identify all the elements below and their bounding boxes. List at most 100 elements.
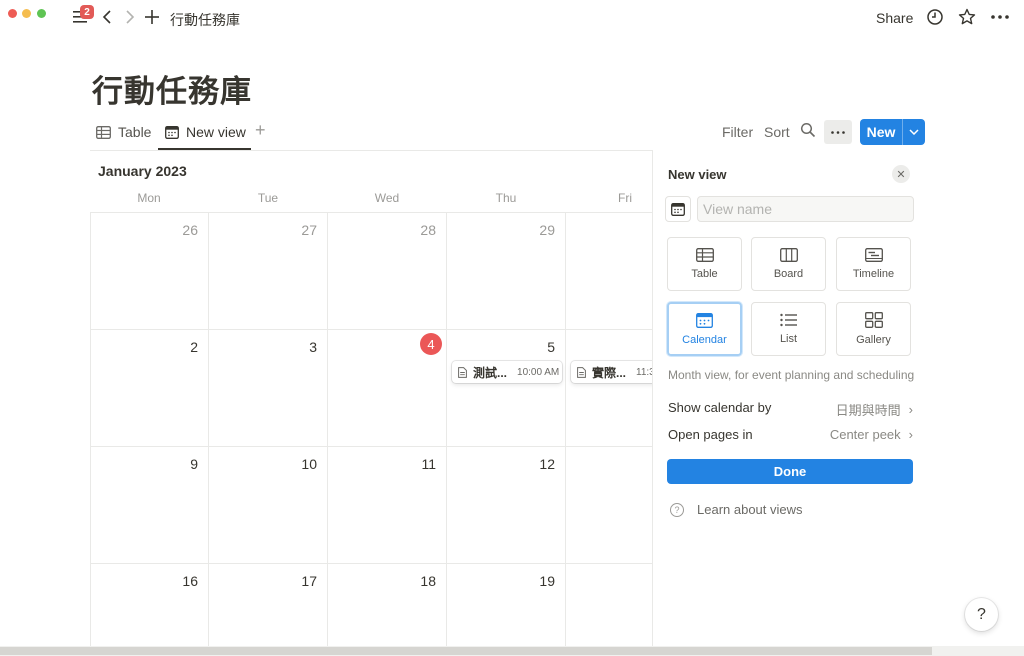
event-title: 實際... [592, 365, 627, 380]
show-calendar-by-value: 日期與時間 [835, 403, 901, 418]
updates-clock-icon[interactable] [924, 6, 946, 28]
weekday-label: Tue [257, 191, 279, 205]
help-button[interactable]: ? [965, 598, 998, 631]
help-circle-icon: ? [670, 502, 684, 517]
board-icon [779, 248, 798, 262]
layout-option-list[interactable]: List [751, 302, 826, 356]
window-close-button[interactable] [8, 9, 17, 18]
day-number: 17 [301, 573, 317, 589]
tab-label: New view [186, 124, 246, 140]
today-marker: 4 [420, 333, 442, 355]
calendar-day-cell[interactable] [566, 564, 652, 656]
layout-option-timeline[interactable]: Timeline [836, 237, 911, 291]
new-button[interactable]: New [860, 119, 925, 145]
calendar-day-cell[interactable]: 實際... 11:3 [566, 330, 652, 447]
list-icon [779, 313, 798, 327]
layout-option-table[interactable]: Table [667, 237, 742, 291]
tab-table[interactable]: Table [96, 120, 151, 144]
scrollbar-thumb[interactable] [0, 647, 932, 655]
open-pages-in-value: Center peek [829, 427, 901, 442]
calendar-day-cell[interactable]: 11 [328, 447, 447, 564]
layout-label: Board [773, 268, 804, 280]
horizontal-scrollbar[interactable] [0, 646, 1024, 656]
layout-label: List [779, 333, 798, 345]
open-pages-in-label: Open pages in [668, 427, 753, 442]
page-title[interactable]: 行動任務庫 [92, 66, 252, 111]
calendar-day-cell[interactable]: 3 [209, 330, 328, 447]
layout-option-calendar[interactable]: Calendar [667, 302, 742, 356]
view-name-input[interactable] [697, 196, 914, 222]
day-number: 3 [309, 339, 317, 355]
tab-label: Table [118, 124, 152, 140]
calendar-day-cell[interactable]: 5 測試... 10:00 AM [447, 330, 566, 447]
calendar-day-cell[interactable]: 28 [328, 213, 447, 330]
calendar-day-cell[interactable]: 27 [209, 213, 328, 330]
sort-button[interactable]: Sort [764, 124, 790, 140]
layout-label: Table [691, 268, 718, 280]
show-calendar-by-row[interactable]: Show calendar by 日期與時間 › [668, 400, 913, 419]
layout-label: Gallery [856, 334, 891, 346]
calendar-event-card[interactable]: 實際... 11:3 [571, 361, 652, 383]
open-pages-in-row[interactable]: Open pages in Center peek › [668, 427, 913, 442]
calendar-day-cell[interactable]: 19 [447, 564, 566, 656]
layout-label: Calendar [682, 333, 727, 346]
calendar-day-cell[interactable]: 29 [447, 213, 566, 330]
notification-badge: 2 [80, 5, 94, 19]
calendar-day-cell[interactable] [566, 447, 652, 564]
back-arrow-icon[interactable] [99, 6, 115, 28]
chevron-down-icon[interactable] [903, 129, 925, 135]
view-options-button[interactable] [824, 120, 852, 144]
panel-title: New view [668, 167, 727, 182]
calendar-day-cell[interactable]: 4 [328, 330, 447, 447]
learn-about-views-link[interactable]: ? Learn about views [670, 502, 803, 517]
layout-label: Timeline [852, 268, 895, 280]
timeline-icon [864, 248, 883, 262]
calendar-day-cell[interactable]: 9 [90, 447, 209, 564]
calendar-day-cell[interactable]: 2 [90, 330, 209, 447]
calendar-day-cell[interactable]: 12 [447, 447, 566, 564]
filter-button[interactable]: Filter [722, 124, 753, 140]
forward-arrow-icon[interactable] [122, 6, 138, 28]
layout-option-board[interactable]: Board [751, 237, 826, 291]
window-zoom-button[interactable] [37, 9, 46, 18]
day-number: 12 [539, 456, 555, 472]
calendar-event-card[interactable]: 測試... 10:00 AM [452, 361, 562, 383]
calendar-day-cell[interactable]: 17 [209, 564, 328, 656]
new-page-plus-icon[interactable] [143, 6, 161, 28]
layout-option-gallery[interactable]: Gallery [836, 302, 911, 356]
calendar-icon [671, 202, 685, 216]
learn-label: Learn about views [697, 502, 803, 517]
event-time: 10:00 AM [517, 366, 560, 378]
favorite-star-icon[interactable] [956, 6, 978, 28]
new-view-panel: New view ✕ Table Board Timeline Calendar… [652, 150, 924, 646]
breadcrumb[interactable]: 行動任務庫 [170, 10, 240, 30]
tab-new-view[interactable]: New view [165, 120, 246, 144]
close-icon[interactable]: ✕ [892, 165, 910, 183]
new-button-label: New [866, 124, 896, 140]
page-icon [577, 366, 586, 378]
calendar-day-cell[interactable] [566, 213, 652, 330]
calendar-day-cell[interactable]: 10 [209, 447, 328, 564]
chevron-right-icon: › [908, 402, 913, 417]
done-button[interactable]: Done [667, 459, 913, 484]
calendar-grid: 26 27 28 29 2 3 4 5 測試... 10:00 AM 實際...… [90, 212, 652, 656]
window-minimize-button[interactable] [22, 9, 31, 18]
view-icon-picker[interactable] [665, 196, 691, 222]
table-icon [695, 248, 714, 262]
day-number: 29 [539, 222, 555, 238]
weekday-label: Wed [374, 191, 400, 205]
calendar-day-cell[interactable]: 18 [328, 564, 447, 656]
add-view-plus-icon[interactable]: + [255, 120, 266, 141]
day-number: 10 [301, 456, 317, 472]
share-button[interactable]: Share [876, 10, 913, 26]
calendar-day-cell[interactable]: 26 [90, 213, 209, 330]
search-icon[interactable] [800, 122, 818, 140]
weekday-label: Mon [137, 191, 161, 205]
calendar-day-cell[interactable]: 16 [90, 564, 209, 656]
month-label: January 2023 [98, 163, 187, 179]
day-number: 19 [539, 573, 555, 589]
page-icon [458, 366, 467, 378]
day-number: 11 [421, 456, 436, 472]
calendar-icon [696, 312, 713, 328]
more-options-icon[interactable] [988, 6, 1012, 28]
